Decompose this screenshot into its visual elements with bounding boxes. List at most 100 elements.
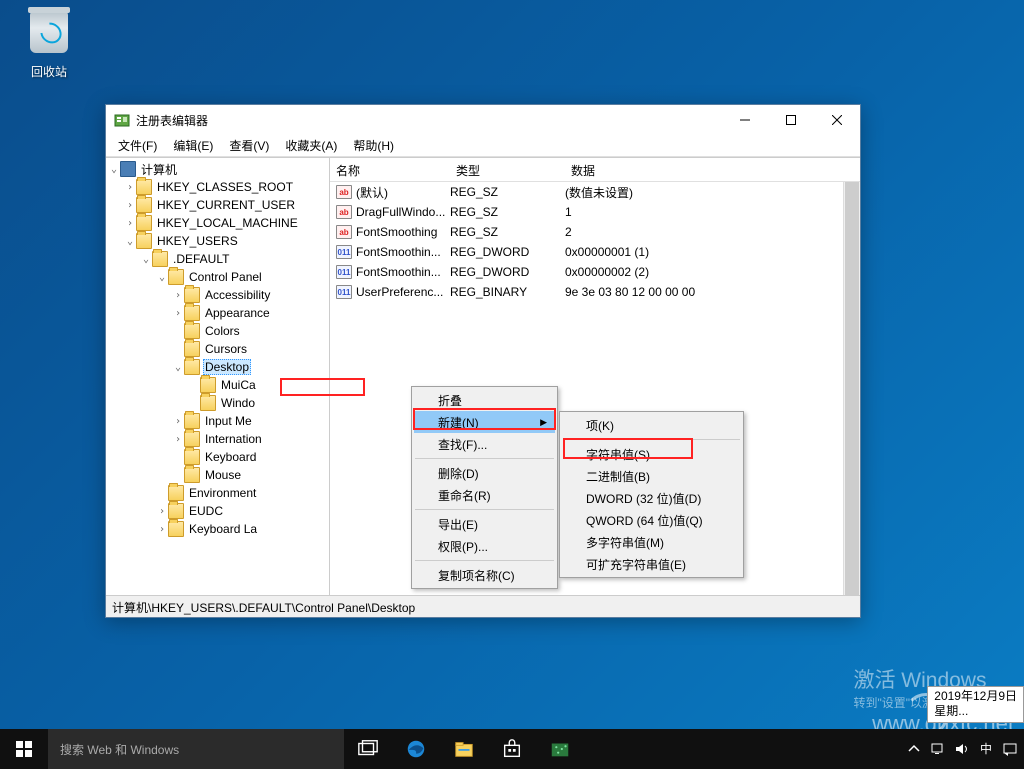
menu-edit[interactable]: 编辑(E) [165,135,221,156]
tray-up-icon[interactable] [906,741,922,757]
folder-icon [136,215,152,231]
folder-icon [184,341,200,357]
value-data: 0x00000001 (1) [565,245,860,259]
search-box[interactable]: 搜索 Web 和 Windows [48,729,344,769]
task-view-button[interactable] [344,729,392,769]
network-icon[interactable] [930,741,946,757]
tree-item[interactable]: ›Appearance [106,304,329,322]
minimize-button[interactable] [722,105,768,135]
tree-item[interactable]: ›Internation [106,430,329,448]
value-ab-icon: ab [336,185,352,199]
ctx-new-multistring[interactable]: 多字符串值(M) [562,531,741,553]
ctx-new[interactable]: 新建(N)▶ [414,411,555,433]
status-bar: 计算机\HKEY_USERS\.DEFAULT\Control Panel\De… [106,595,860,617]
menu-file[interactable]: 文件(F) [110,135,165,156]
col-data-header[interactable]: 数据 [565,158,860,181]
folder-icon [184,305,200,321]
folder-icon [136,197,152,213]
ctx-new-qword[interactable]: QWORD (64 位)值(Q) [562,509,741,531]
titlebar[interactable]: 注册表编辑器 [106,105,860,135]
tree-item[interactable]: ›Input Me [106,412,329,430]
tree-control-panel[interactable]: ⌄Control Panel [106,268,329,286]
ctx-find[interactable]: 查找(F)... [414,433,555,455]
ctx-delete[interactable]: 删除(D) [414,462,555,484]
tree-item[interactable]: Keyboard [106,448,329,466]
value-type: REG_SZ [450,205,565,219]
tree-panel[interactable]: ⌄计算机 ›HKEY_CLASSES_ROOT ›HKEY_CURRENT_US… [106,158,330,595]
list-row[interactable]: 011FontSmoothin...REG_DWORD0x00000001 (1… [330,242,860,262]
explorer-button[interactable] [440,729,488,769]
value-data: 0x00000002 (2) [565,265,860,279]
scrollbar-vertical[interactable] [843,182,860,595]
volume-icon[interactable] [954,741,970,757]
ctx-permissions[interactable]: 权限(P)... [414,535,555,557]
value-bin-icon: 011 [336,285,352,299]
edge-button[interactable] [392,729,440,769]
value-data: 2 [565,225,860,239]
menu-favorites[interactable]: 收藏夹(A) [277,135,345,156]
context-submenu-new: 项(K) 字符串值(S) 二进制值(B) DWORD (32 位)值(D) QW… [559,411,744,578]
tree-default[interactable]: ⌄.DEFAULT [106,250,329,268]
notification-icon[interactable] [1002,741,1018,757]
col-type-header[interactable]: 类型 [450,158,565,181]
value-bin-icon: 011 [336,265,352,279]
folder-icon [184,467,200,483]
tree-item[interactable]: ›Accessibility [106,286,329,304]
ime-icon[interactable]: 中 [978,741,994,757]
start-button[interactable] [0,729,48,769]
tree-item[interactable]: Environment [106,484,329,502]
tree-item[interactable]: Windo [106,394,329,412]
tree-item[interactable]: MuiCa [106,376,329,394]
list-row[interactable]: ab DragFullWindo... REG_SZ1 [330,202,860,222]
folder-icon [184,449,200,465]
regedit-taskbar-button[interactable] [536,729,584,769]
taskbar: 搜索 Web 和 Windows 中 [0,729,1024,769]
tree-item[interactable]: Mouse [106,466,329,484]
value-type: REG_DWORD [450,265,565,279]
ctx-new-key[interactable]: 项(K) [562,414,741,436]
list-header[interactable]: 名称 类型 数据 [330,158,860,182]
recycle-bin-desktop-icon[interactable]: 回收站 [15,8,83,80]
ctx-rename[interactable]: 重命名(R) [414,484,555,506]
value-name: FontSmoothin... [356,265,441,279]
list-row[interactable]: abFontSmoothingREG_SZ2 [330,222,860,242]
store-button[interactable] [488,729,536,769]
folder-icon [184,323,200,339]
ctx-collapse[interactable]: 折叠 [414,389,555,411]
tree-item[interactable]: Colors [106,322,329,340]
value-name: DragFullWindo... [356,205,445,219]
search-placeholder: 搜索 Web 和 Windows [60,741,179,758]
tree-item[interactable]: Cursors [106,340,329,358]
tree-hive[interactable]: ⌄HKEY_USERS [106,232,329,250]
tree-hive[interactable]: ›HKEY_CLASSES_ROOT [106,178,329,196]
menu-view[interactable]: 查看(V) [221,135,277,156]
computer-icon [120,161,136,177]
list-row[interactable]: 011UserPreferenc...REG_BINARY9e 3e 03 80… [330,282,860,302]
tree-item[interactable]: ›Keyboard La [106,520,329,538]
value-ab-icon: ab [336,205,352,219]
col-name-header[interactable]: 名称 [330,158,450,181]
system-tray[interactable]: 中 [900,729,1024,769]
tree-root[interactable]: ⌄计算机 [106,160,329,178]
date-tooltip: 2019年12月9日 星期... [927,686,1024,723]
tree-desktop-selected[interactable]: ⌄Desktop [106,358,329,376]
value-data: 1 [565,205,860,219]
tree-hive[interactable]: ›HKEY_CURRENT_USER [106,196,329,214]
ctx-new-binary[interactable]: 二进制值(B) [562,465,741,487]
list-row[interactable]: ab(默认)REG_SZ(数值未设置) [330,182,860,202]
menu-help[interactable]: 帮助(H) [345,135,402,156]
window-title: 注册表编辑器 [136,112,722,129]
tree-item[interactable]: ›EUDC [106,502,329,520]
tree-hive[interactable]: ›HKEY_LOCAL_MACHINE [106,214,329,232]
ctx-new-dword[interactable]: DWORD (32 位)值(D) [562,487,741,509]
value-type: REG_SZ [450,225,565,239]
recycle-bin-label: 回收站 [31,65,67,79]
ctx-new-string[interactable]: 字符串值(S) [562,443,741,465]
ctx-new-expandstring[interactable]: 可扩充字符串值(E) [562,553,741,575]
menubar: 文件(F) 编辑(E) 查看(V) 收藏夹(A) 帮助(H) [106,135,860,157]
ctx-copy-key[interactable]: 复制项名称(C) [414,564,555,586]
close-button[interactable] [814,105,860,135]
maximize-button[interactable] [768,105,814,135]
list-row[interactable]: 011 FontSmoothin... REG_DWORD0x00000002 (2… [330,262,860,282]
ctx-export[interactable]: 导出(E) [414,513,555,535]
